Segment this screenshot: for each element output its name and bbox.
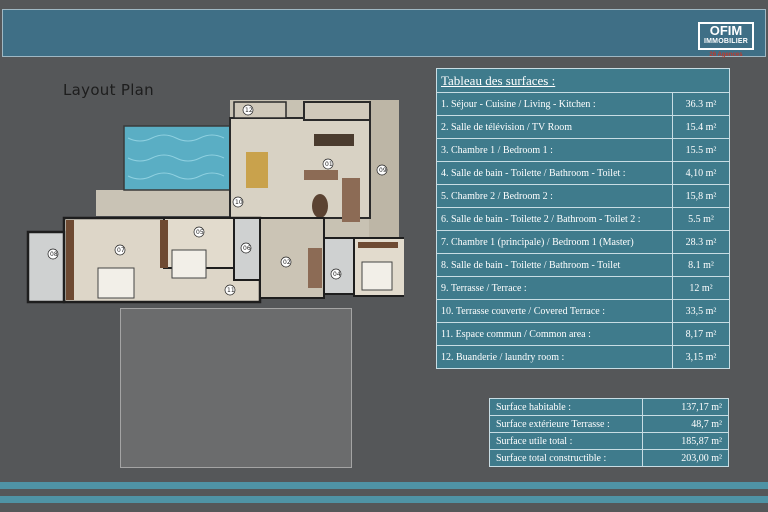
floor-plan-drawing: 01 02 03 04 05 06 07 08 09 10 11 12 xyxy=(26,100,429,304)
surfaces-table: Tableau des surfaces : 1. Séjour - Cuisi… xyxy=(436,68,730,369)
surface-row: 11. Espace commun / Common area :8,17 m² xyxy=(436,322,730,346)
room-label-07: 07 xyxy=(117,247,125,254)
surface-value: 5.5 m² xyxy=(672,207,730,231)
room-label-02: 02 xyxy=(283,259,291,266)
logo-main-text: OFIM xyxy=(709,23,743,38)
total-label: Surface extérieure Terrasse : xyxy=(489,415,643,433)
total-label: Surface utile total : xyxy=(489,432,643,450)
logo-box: OFIM IMMOBILIER xyxy=(698,22,754,50)
surface-label: 3. Chambre 1 / Bedroom 1 : xyxy=(436,138,673,162)
surface-value: 8.1 m² xyxy=(672,253,730,277)
surface-label: 12. Buanderie / laundry room : xyxy=(436,345,673,369)
surface-value: 15,8 m² xyxy=(672,184,730,208)
total-value: 203,00 m² xyxy=(642,449,729,467)
room-label-06: 06 xyxy=(243,245,251,252)
room-label-10: 10 xyxy=(235,199,243,206)
surface-label: 9. Terrasse / Terrace : xyxy=(436,276,673,300)
total-label: Surface habitable : xyxy=(489,398,643,416)
surface-row: 12. Buanderie / laundry room :3,15 m² xyxy=(436,345,730,369)
total-value: 48,7 m² xyxy=(642,415,729,433)
surface-value: 15.4 m² xyxy=(672,115,730,139)
surface-row: 9. Terrasse / Terrace :12 m² xyxy=(436,276,730,300)
surface-label: 10. Terrasse couverte / Covered Terrace … xyxy=(436,299,673,323)
surface-label: 7. Chambre 1 (principale) / Bedroom 1 (M… xyxy=(436,230,673,254)
total-value: 185,87 m² xyxy=(642,432,729,450)
header-bar xyxy=(2,9,766,57)
ofim-logo[interactable]: OFIM IMMOBILIER 26 Agences xyxy=(698,22,756,62)
room-label-12: 12 xyxy=(245,107,253,114)
surface-label: 6. Salle de bain - Toilette 2 / Bathroom… xyxy=(436,207,673,231)
surface-value: 15.5 m² xyxy=(672,138,730,162)
surface-value: 33,5 m² xyxy=(672,299,730,323)
land-plot-area xyxy=(120,308,352,468)
total-row: Surface habitable :137,17 m² xyxy=(489,398,729,416)
surface-label: 1. Séjour - Cuisine / Living - Kitchen : xyxy=(436,92,673,116)
room-label-05: 05 xyxy=(196,229,204,236)
room-label-09: 09 xyxy=(379,167,387,174)
room-label-11: 11 xyxy=(227,287,235,294)
surface-row: 6. Salle de bain - Toilette 2 / Bathroom… xyxy=(436,207,730,231)
surface-value: 12 m² xyxy=(672,276,730,300)
surface-label: 11. Espace commun / Common area : xyxy=(436,322,673,346)
surface-label: 5. Chambre 2 / Bedroom 2 : xyxy=(436,184,673,208)
surface-row: 3. Chambre 1 / Bedroom 1 :15.5 m² xyxy=(436,138,730,162)
footer-stripe-top xyxy=(0,482,768,489)
room-label-04: 04 xyxy=(333,271,341,278)
surface-row: 2. Salle de télévision / TV Room 15.4 m² xyxy=(436,115,730,139)
totals-table: Surface habitable :137,17 m² Surface exté… xyxy=(489,398,729,467)
surface-label: 8. Salle de bain - Toilette / Bathroom -… xyxy=(436,253,673,277)
surface-row: 1. Séjour - Cuisine / Living - Kitchen :… xyxy=(436,92,730,116)
logo-tagline: 26 Agences xyxy=(709,52,743,58)
surface-value: 36.3 m² xyxy=(672,92,730,116)
logo-sub-text: IMMOBILIER xyxy=(704,38,748,45)
surface-value: 28.3 m² xyxy=(672,230,730,254)
floor-plan: 01 02 03 04 05 06 07 08 09 10 11 12 xyxy=(24,98,429,308)
total-value: 137,17 m² xyxy=(642,398,729,416)
surface-row: 10. Terrasse couverte / Covered Terrace … xyxy=(436,299,730,323)
surface-row: 7. Chambre 1 (principale) / Bedroom 1 (M… xyxy=(436,230,730,254)
total-row: Surface utile total :185,87 m² xyxy=(489,432,729,450)
surface-value: 3,15 m² xyxy=(672,345,730,369)
surface-label: 2. Salle de télévision / TV Room xyxy=(436,115,673,139)
total-label: Surface total constructible : xyxy=(489,449,643,467)
layout-plan-title: Layout Plan xyxy=(63,81,154,99)
surface-row: 4. Salle de bain - Toilette / Bathroom -… xyxy=(436,161,730,185)
surface-row: 5. Chambre 2 / Bedroom 2 :15,8 m² xyxy=(436,184,730,208)
surface-label: 4. Salle de bain - Toilette / Bathroom -… xyxy=(436,161,673,185)
room-label-01: 01 xyxy=(325,161,333,168)
surfaces-title: Tableau des surfaces : xyxy=(436,68,730,93)
surface-row: 8. Salle de bain - Toilette / Bathroom -… xyxy=(436,253,730,277)
surface-value: 4,10 m² xyxy=(672,161,730,185)
surface-value: 8,17 m² xyxy=(672,322,730,346)
footer-stripe-bottom xyxy=(0,496,768,503)
total-row: Surface total constructible :203,00 m² xyxy=(489,449,729,467)
room-label-08: 08 xyxy=(50,251,58,258)
surfaces-title-row: Tableau des surfaces : xyxy=(436,68,730,93)
total-row: Surface extérieure Terrasse :48,7 m² xyxy=(489,415,729,433)
